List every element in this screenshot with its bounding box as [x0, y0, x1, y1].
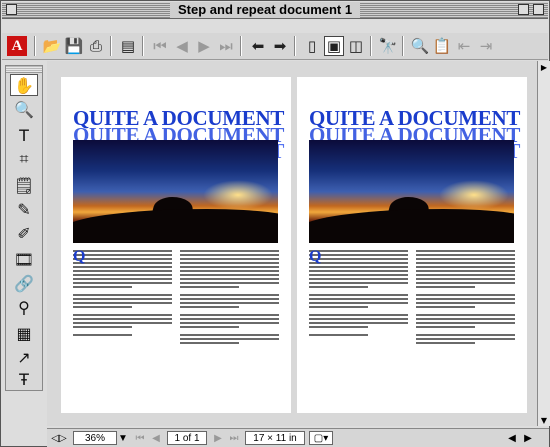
open-icon[interactable]: 📂 — [42, 36, 62, 56]
pencil-tool-icon[interactable]: ✎ — [10, 198, 38, 220]
page-indicator[interactable]: 1 of 1 — [167, 431, 207, 445]
crop-tool-icon[interactable]: ⌗ — [10, 148, 38, 170]
status-bar: ◁▷ 36% ▼ ⏮ ◀ 1 of 1 ▶ ⏭ 17 × 11 in ▢▾ ◀ … — [47, 428, 549, 447]
last-page-icon[interactable]: ⏭ — [216, 36, 236, 56]
text-select-tool-icon[interactable]: T — [10, 124, 38, 146]
touchup-object-tool-icon[interactable]: ↗ — [10, 346, 38, 368]
drop-cap: Q — [73, 248, 86, 265]
link-tool-icon[interactable]: 🔗 — [10, 272, 38, 294]
next-page-status-icon[interactable]: ▶ — [211, 431, 225, 445]
continuous-icon[interactable]: ▣ — [324, 36, 344, 56]
next-highlight-icon[interactable]: ⇥ — [476, 36, 496, 56]
toolbar-divider — [110, 36, 112, 56]
text-column: Q — [73, 248, 172, 346]
page-layout-menu[interactable]: ▢▾ — [309, 431, 333, 445]
body-text-columns: Q — [73, 248, 279, 346]
palette-grip[interactable] — [6, 66, 42, 73]
text-column — [416, 250, 515, 346]
scroll-down-arrow-icon[interactable]: ▼ — [538, 414, 550, 426]
print-icon[interactable]: ⎙ — [86, 36, 106, 56]
highlight-tool-icon[interactable]: ✐ — [10, 222, 38, 244]
document-window: Step and repeat document 1 A 📂 💾 ⎙ ▤ ⏮ ◀… — [0, 0, 550, 447]
page-only-icon[interactable]: ◁▷ — [49, 431, 69, 445]
zoom-tool-icon[interactable]: 🔍 — [10, 98, 38, 120]
save-icon[interactable]: 💾 — [64, 36, 84, 56]
text-column — [180, 250, 279, 346]
toolbar-divider — [294, 36, 296, 56]
close-box[interactable] — [6, 4, 17, 15]
previous-page-status-icon[interactable]: ◀ — [149, 431, 163, 445]
hand-tool-icon[interactable]: ✋ — [10, 74, 38, 96]
article-tool-icon[interactable]: ⚲ — [10, 296, 38, 318]
zoom-field[interactable]: 36% — [73, 431, 117, 445]
next-page-icon[interactable]: ▶ — [194, 36, 214, 56]
window-title: Step and repeat document 1 — [170, 2, 361, 18]
drop-cap: Q — [309, 248, 322, 265]
search-results-icon[interactable]: 📋 — [432, 36, 452, 56]
toolbar: A 📂 💾 ⎙ ▤ ⏮ ◀ ▶ ⏭ ⬅ ➡ ▯ ▣ ◫ 🔭 🔍 📋 ⇤ ⇥ — [2, 33, 548, 60]
tool-palette: ✋ 🔍 T ⌗ 🗒 ✎ ✐ 🎞 🔗 ⚲ ▦ ↗ Ŧ — [5, 65, 43, 391]
vertical-scrollbar[interactable]: ▶ ▼ — [537, 61, 550, 426]
search-icon[interactable]: 🔍 — [410, 36, 430, 56]
document-view[interactable]: QUITE A DOCUMENT QUITE A DOCUMENT QUITE … — [47, 61, 537, 426]
form-tool-icon[interactable]: ▦ — [10, 322, 38, 344]
text-column: Q — [309, 248, 408, 346]
previous-page-icon[interactable]: ◀ — [172, 36, 192, 56]
toolbar-divider — [34, 36, 36, 56]
continuous-facing-icon[interactable]: ◫ — [346, 36, 366, 56]
go-back-icon[interactable]: ⬅ — [248, 36, 268, 56]
toolbar-divider — [402, 36, 404, 56]
touchup-text-tool-icon[interactable]: Ŧ — [10, 368, 38, 390]
page-left: QUITE A DOCUMENT QUITE A DOCUMENT QUITE … — [61, 77, 291, 413]
previous-highlight-icon[interactable]: ⇤ — [454, 36, 474, 56]
movie-tool-icon[interactable]: 🎞 — [10, 248, 38, 270]
page-size-field: 17 × 11 in — [245, 431, 305, 445]
sunset-photo — [309, 140, 514, 243]
acrobat-logo: A — [7, 36, 27, 56]
toolbar-divider — [240, 36, 242, 56]
go-forward-icon[interactable]: ➡ — [270, 36, 290, 56]
scroll-left-arrow-icon[interactable]: ◀ — [505, 431, 519, 445]
zoom-menu-chevron-down-icon[interactable]: ▼ — [117, 431, 129, 445]
zoom-box[interactable] — [518, 4, 529, 15]
single-page-icon[interactable]: ▯ — [302, 36, 322, 56]
first-page-status-icon[interactable]: ⏮ — [133, 431, 147, 445]
show-hide-navigation-icon[interactable]: ▤ — [118, 36, 138, 56]
scroll-up-arrow-icon[interactable]: ▶ — [538, 61, 550, 73]
scroll-right-arrow-icon[interactable]: ▶ — [521, 431, 535, 445]
last-page-status-icon[interactable]: ⏭ — [227, 431, 241, 445]
notes-tool-icon[interactable]: 🗒 — [10, 174, 38, 196]
title-bar[interactable]: Step and repeat document 1 — [2, 2, 548, 19]
collapse-box[interactable] — [533, 4, 544, 15]
page-right: QUITE A DOCUMENT QUITE A DOCUMENT QUITE … — [297, 77, 527, 413]
body-text-columns: Q — [309, 248, 515, 346]
toolbar-divider — [142, 36, 144, 56]
first-page-icon[interactable]: ⏮ — [150, 36, 170, 56]
toolbar-divider — [370, 36, 372, 56]
find-icon[interactable]: 🔭 — [378, 36, 398, 56]
sunset-photo — [73, 140, 278, 243]
